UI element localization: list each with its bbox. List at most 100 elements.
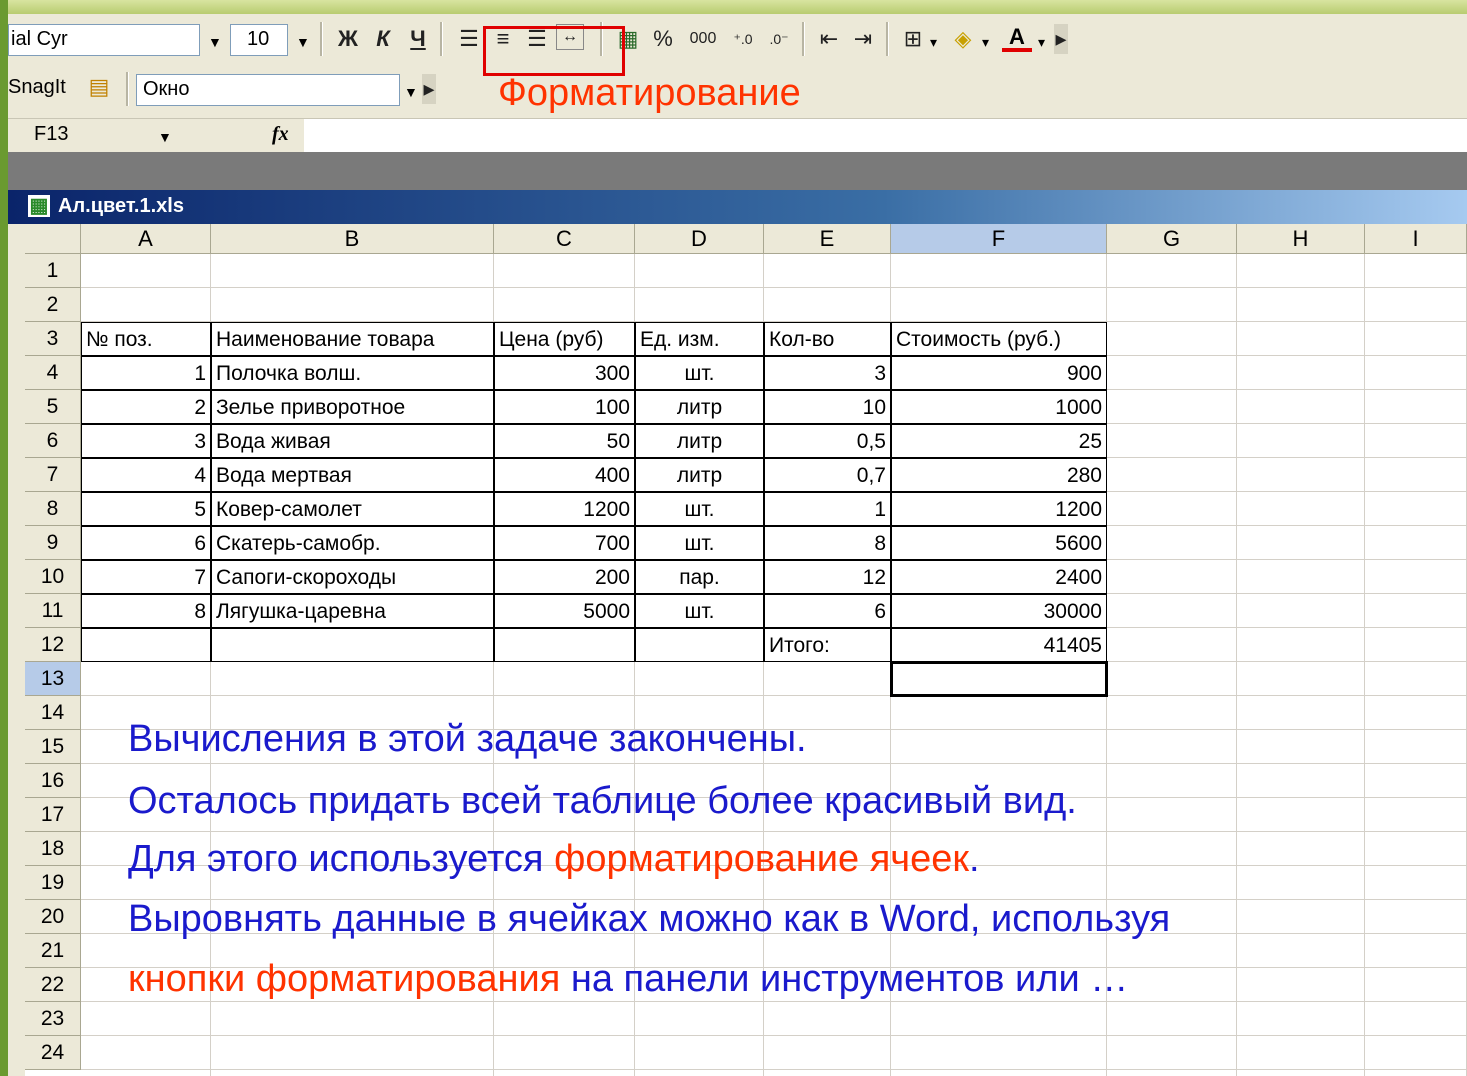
row-header[interactable]: 13 (25, 662, 81, 696)
increase-indent-icon[interactable]: ⇥ (848, 24, 878, 54)
table-cell[interactable]: пар. (635, 560, 764, 594)
row-header[interactable]: 11 (25, 594, 81, 628)
table-cell[interactable]: Сапоги-скороходы (211, 560, 494, 594)
table-cell[interactable]: 0,5 (764, 424, 891, 458)
table-cell[interactable]: Полочка волш. (211, 356, 494, 390)
fill-color-dropdown-icon[interactable]: ▾ (982, 34, 989, 51)
table-cell[interactable]: шт. (635, 356, 764, 390)
table-cell[interactable] (81, 628, 211, 662)
percent-button[interactable]: % (648, 24, 678, 54)
row-header[interactable]: 6 (25, 424, 81, 458)
table-cell[interactable]: 8 (81, 594, 211, 628)
table-header-cell[interactable]: Наименование товара (211, 322, 494, 356)
table-cell[interactable]: 0,7 (764, 458, 891, 492)
borders-icon[interactable]: ⊞ (898, 24, 928, 54)
table-cell[interactable]: литр (635, 390, 764, 424)
snagit-button[interactable]: SnagIt (8, 76, 66, 99)
row-header[interactable]: 10 (25, 560, 81, 594)
table-cell[interactable] (211, 628, 494, 662)
table-cell[interactable]: литр (635, 458, 764, 492)
total-value-cell[interactable]: 41405 (891, 628, 1107, 662)
table-header-cell[interactable]: Цена (руб) (494, 322, 635, 356)
table-cell[interactable]: 1200 (891, 492, 1107, 526)
column-header[interactable]: I (1365, 224, 1467, 254)
row-header[interactable]: 12 (25, 628, 81, 662)
row-header[interactable]: 17 (25, 798, 81, 832)
table-cell[interactable]: 30000 (891, 594, 1107, 628)
table-cell[interactable]: Вода мертвая (211, 458, 494, 492)
table-cell[interactable]: 300 (494, 356, 635, 390)
row-header[interactable]: 1 (25, 254, 81, 288)
table-cell[interactable]: Скатерь-самобр. (211, 526, 494, 560)
column-header[interactable]: C (494, 224, 635, 254)
row-header[interactable]: 8 (25, 492, 81, 526)
table-cell[interactable]: 1 (764, 492, 891, 526)
name-box-dropdown-icon[interactable]: ▼ (158, 129, 172, 145)
row-header[interactable]: 16 (25, 764, 81, 798)
row-header[interactable]: 9 (25, 526, 81, 560)
table-cell[interactable]: 5 (81, 492, 211, 526)
table-cell[interactable]: 5600 (891, 526, 1107, 560)
row-header[interactable]: 20 (25, 900, 81, 934)
name-box[interactable]: F13 (34, 123, 68, 146)
table-cell[interactable]: 6 (81, 526, 211, 560)
select-all-corner[interactable] (25, 224, 81, 254)
decrease-indent-icon[interactable]: ⇤ (814, 24, 844, 54)
table-cell[interactable]: 200 (494, 560, 635, 594)
table-cell[interactable]: Ковер-самолет (211, 492, 494, 526)
borders-dropdown-icon[interactable]: ▾ (930, 34, 937, 51)
table-cell[interactable]: 280 (891, 458, 1107, 492)
thousands-separator-button[interactable]: 000 (683, 24, 723, 54)
italic-button[interactable]: К (368, 24, 398, 54)
table-cell[interactable]: 2 (81, 390, 211, 424)
table-header-cell[interactable]: Ед. изм. (635, 322, 764, 356)
toolbar-options-icon[interactable]: ▸ (1054, 24, 1068, 54)
table-cell[interactable]: 12 (764, 560, 891, 594)
column-header[interactable]: E (764, 224, 891, 254)
bold-button[interactable]: Ж (333, 24, 363, 54)
underline-button[interactable]: Ч (403, 24, 433, 54)
window-combo[interactable]: Окно (136, 74, 400, 106)
font-size-dropdown-icon[interactable]: ▼ (296, 34, 310, 50)
active-cell-selection[interactable] (890, 661, 1108, 697)
table-cell[interactable]: шт. (635, 526, 764, 560)
table-header-cell[interactable]: Кол-во (764, 322, 891, 356)
window-combo-dropdown-icon[interactable]: ▼ (404, 84, 418, 100)
row-header[interactable]: 19 (25, 866, 81, 900)
decrease-decimal-icon[interactable]: .0⁻ (764, 24, 794, 54)
table-cell[interactable]: литр (635, 424, 764, 458)
table-cell[interactable]: 10 (764, 390, 891, 424)
table-cell[interactable]: 900 (891, 356, 1107, 390)
fill-color-icon[interactable]: ◈ (948, 24, 978, 54)
table-cell[interactable]: 2400 (891, 560, 1107, 594)
table-header-cell[interactable]: Стоимость (руб.) (891, 322, 1107, 356)
table-cell[interactable] (494, 628, 635, 662)
table-cell[interactable]: 50 (494, 424, 635, 458)
font-color-dropdown-icon[interactable]: ▾ (1038, 34, 1045, 51)
table-cell[interactable]: 25 (891, 424, 1107, 458)
row-header[interactable]: 23 (25, 1002, 81, 1036)
row-header[interactable]: 18 (25, 832, 81, 866)
formula-input[interactable] (304, 119, 1467, 153)
insert-function-icon[interactable]: fx (272, 123, 289, 146)
snagit-capture-icon[interactable]: ▤ (84, 72, 114, 102)
table-cell[interactable]: 700 (494, 526, 635, 560)
table-header-cell[interactable]: № поз. (81, 322, 211, 356)
table-cell[interactable]: 3 (81, 424, 211, 458)
row-header[interactable]: 3 (25, 322, 81, 356)
table-cell[interactable]: 4 (81, 458, 211, 492)
row-header[interactable]: 4 (25, 356, 81, 390)
column-header[interactable]: D (635, 224, 764, 254)
column-header[interactable]: F (891, 224, 1107, 254)
row-header[interactable]: 24 (25, 1036, 81, 1070)
row-header[interactable]: 15 (25, 730, 81, 764)
font-name-combo[interactable]: ial Cyr (8, 24, 200, 56)
table-cell[interactable]: Лягушка-царевна (211, 594, 494, 628)
table-cell[interactable]: 5000 (494, 594, 635, 628)
font-name-dropdown-icon[interactable]: ▼ (208, 34, 222, 50)
row-header[interactable]: 21 (25, 934, 81, 968)
align-left-icon[interactable]: ☰ (454, 24, 484, 54)
row-header[interactable]: 22 (25, 968, 81, 1002)
toolbar-options-icon[interactable]: ▸ (422, 74, 436, 104)
row-header[interactable]: 2 (25, 288, 81, 322)
